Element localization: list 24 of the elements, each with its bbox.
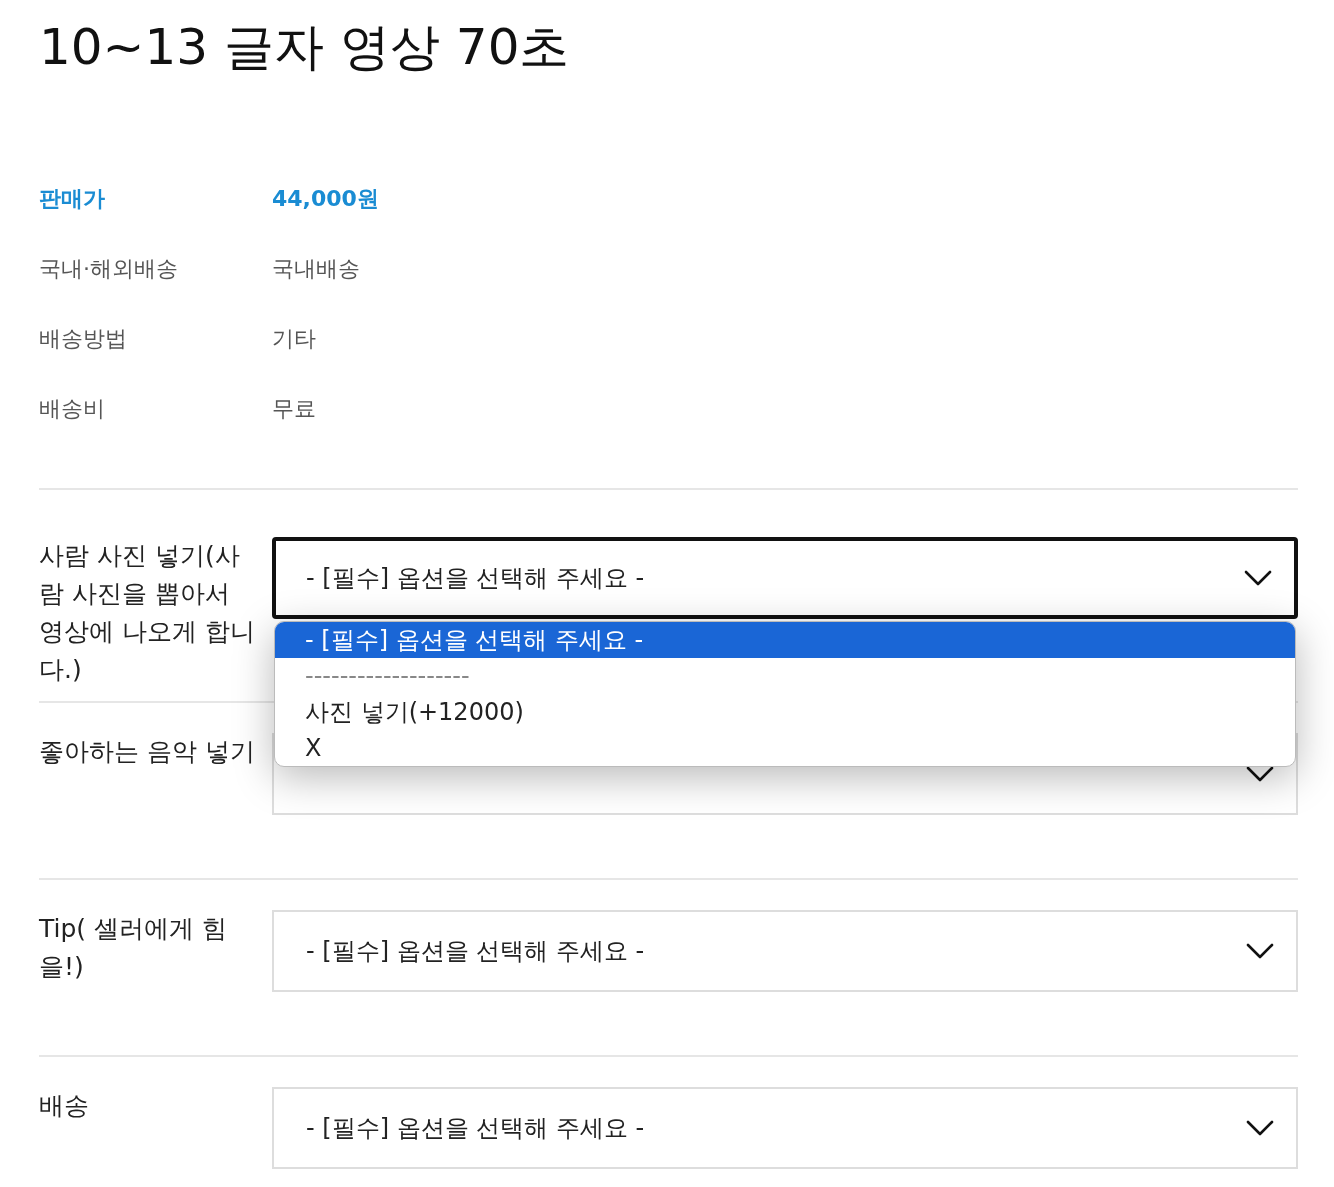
info-value: 기타 bbox=[272, 325, 316, 353]
info-value: 국내배송 bbox=[272, 255, 360, 283]
chevron-down-icon bbox=[1246, 766, 1274, 782]
chevron-down-icon bbox=[1246, 943, 1274, 959]
dropdown-option[interactable]: - [필수] 옵션을 선택해 주세요 - bbox=[275, 622, 1295, 658]
option-label: 배송 bbox=[39, 1090, 90, 1122]
price-label: 판매가 bbox=[39, 185, 105, 213]
info-label: 배송방법 bbox=[39, 325, 127, 353]
option-select[interactable]: - [필수] 옵션을 선택해 주세요 - bbox=[272, 910, 1298, 992]
option-label: 사람 사진 넣기(사람 사진을 뽑아서 영상에 나오게 합니다.) bbox=[39, 540, 256, 686]
option-label: Tip( 셀러에게 힘을!) bbox=[39, 913, 228, 983]
option-select[interactable]: - [필수] 옵션을 선택해 주세요 - bbox=[272, 1087, 1298, 1169]
dropdown-option: ------------------- bbox=[275, 658, 1295, 694]
option-label: 좋아하는 음악 넣기 bbox=[39, 736, 256, 768]
dropdown-option[interactable]: X bbox=[275, 730, 1295, 766]
chevron-down-icon bbox=[1246, 1120, 1274, 1136]
info-label: 국내·해외배송 bbox=[39, 255, 178, 283]
product-title: 10~13 글자 영상 70초 bbox=[39, 17, 571, 78]
chevron-down-icon bbox=[1244, 570, 1272, 586]
dropdown-option[interactable]: 사진 넣기(+12000) bbox=[275, 694, 1295, 730]
info-value: 무료 bbox=[272, 395, 316, 423]
option-select[interactable]: - [필수] 옵션을 선택해 주세요 - bbox=[272, 537, 1298, 619]
price-value: 44,000원 bbox=[272, 185, 379, 213]
info-label: 배송비 bbox=[39, 395, 105, 423]
